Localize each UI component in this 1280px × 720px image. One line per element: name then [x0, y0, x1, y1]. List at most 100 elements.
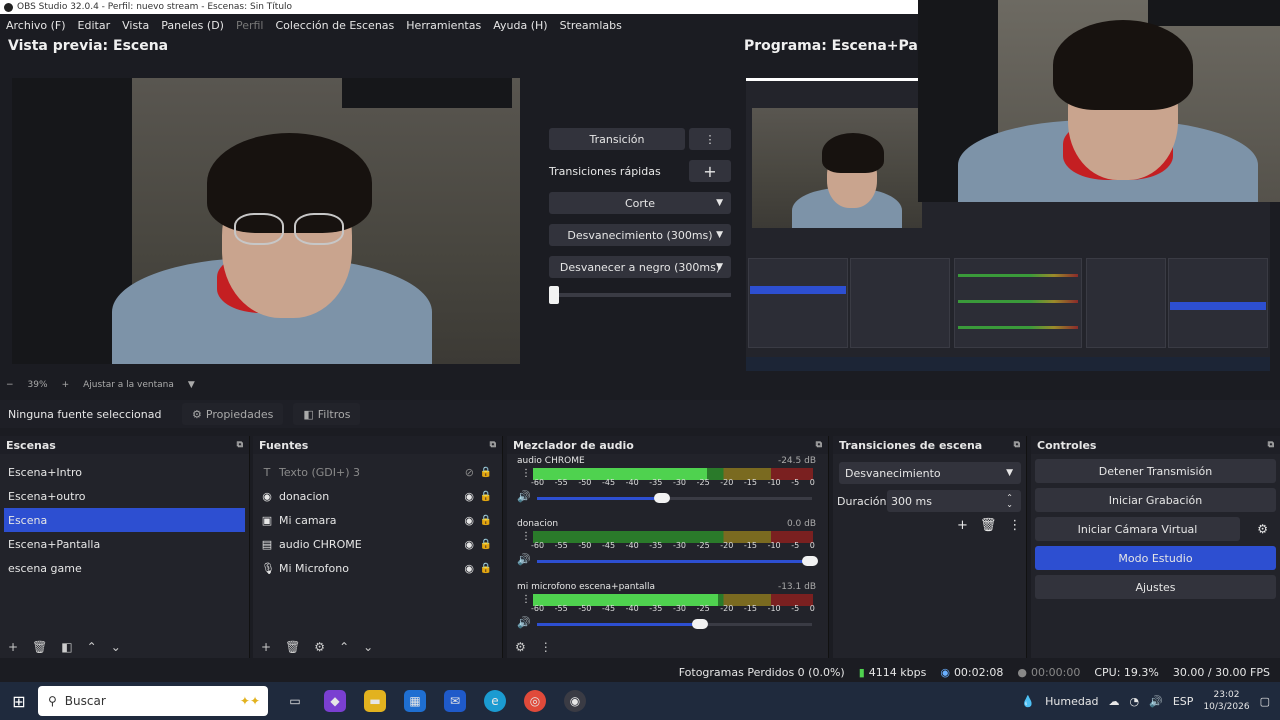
add-scene-icon[interactable]: + — [8, 640, 18, 654]
add-quick-transition-button[interactable]: + — [689, 160, 731, 182]
properties-button[interactable]: ⚙ Propiedades — [182, 403, 284, 425]
speaker-icon[interactable]: 🔊 — [517, 616, 531, 629]
weather-label[interactable]: Humedad — [1045, 695, 1098, 708]
kebab-menu-icon[interactable]: ⋮ — [540, 640, 552, 654]
eye-icon[interactable]: ◉ — [464, 562, 474, 575]
transition-menu-button[interactable]: ⋮ — [689, 128, 731, 150]
eye-hidden-icon[interactable]: ⊘ — [465, 466, 474, 479]
chrome-icon[interactable]: ◎ — [524, 690, 546, 712]
trash-icon[interactable]: 🗑 — [285, 640, 300, 654]
lang-label[interactable]: ESP — [1173, 695, 1194, 708]
task-view-icon[interactable]: ▭ — [284, 690, 306, 712]
clock[interactable]: 23:02 10/3/2026 — [1203, 689, 1249, 713]
menu-archivo[interactable]: Archivo (F) — [6, 19, 66, 32]
kebab-menu-icon[interactable]: ⋮ — [1008, 518, 1021, 533]
store-icon[interactable]: ▦ — [404, 690, 426, 712]
tbar-handle[interactable] — [549, 286, 559, 304]
volume-slider[interactable] — [537, 560, 812, 563]
tbar-track[interactable] — [549, 293, 731, 297]
windows-start-icon[interactable]: ⊞ — [0, 692, 38, 711]
menu-perfil[interactable]: Perfil — [236, 19, 264, 32]
volume-slider[interactable] — [537, 623, 812, 626]
lock-icon[interactable]: 🔒 — [480, 539, 492, 550]
obs-icon[interactable]: ◉ — [564, 690, 586, 712]
menu-streamlabs[interactable]: Streamlabs — [560, 19, 622, 32]
start-virtual-camera-button[interactable]: Iniciar Cámara Virtual ⚙ — [1035, 517, 1268, 541]
source-item[interactable]: ▤ audio CHROME ◉ 🔒 — [253, 532, 502, 556]
lock-icon[interactable]: 🔒 — [480, 467, 492, 478]
move-down-icon[interactable]: ⌄ — [111, 640, 121, 654]
start-recording-button[interactable]: Iniciar Grabación — [1035, 488, 1276, 512]
gear-icon[interactable]: ⚙ — [314, 640, 325, 654]
kebab-menu-icon[interactable]: ⋮ — [521, 469, 531, 479]
outlook-icon[interactable]: ✉ — [444, 690, 466, 712]
move-down-icon[interactable]: ⌄ — [363, 640, 373, 654]
kebab-menu-icon[interactable]: ⋮ — [521, 595, 531, 605]
volume-slider-handle[interactable] — [692, 619, 708, 629]
menu-paneles[interactable]: Paneles (D) — [161, 19, 224, 32]
cloud-icon[interactable]: ☁ — [1109, 695, 1120, 708]
lock-icon[interactable]: 🔒 — [480, 491, 492, 502]
duration-field[interactable]: 300 ms ⌃ ⌄ — [887, 490, 1021, 512]
kebab-menu-icon[interactable]: ⋮ — [521, 532, 531, 542]
quick-transition-corte[interactable]: Corte ▼ — [549, 192, 731, 214]
stop-streaming-button[interactable]: Detener Transmisión — [1035, 459, 1276, 483]
move-up-icon[interactable]: ⌃ — [87, 640, 97, 654]
spinner-icon[interactable]: ⌃ ⌄ — [1006, 494, 1013, 509]
add-transition-icon[interactable]: + — [957, 518, 968, 533]
lock-icon[interactable]: 🔒 — [480, 515, 492, 526]
trash-icon[interactable]: 🗑 — [980, 518, 997, 533]
scene-item-selected[interactable]: Escena — [4, 508, 245, 532]
trash-icon[interactable]: 🗑 — [32, 640, 47, 654]
taskbar-search[interactable]: ⚲ Buscar ✦✦ — [38, 686, 268, 716]
notifications-icon[interactable]: ▢ — [1260, 695, 1270, 708]
zoom-out-button[interactable]: − — [6, 380, 14, 390]
menu-coleccion-escenas[interactable]: Colección de Escenas — [276, 19, 395, 32]
source-item[interactable]: ◉ donacion ◉ 🔒 — [253, 484, 502, 508]
volume-slider-handle[interactable] — [802, 556, 818, 566]
volume-slider[interactable] — [537, 497, 812, 500]
edge-icon[interactable]: e — [484, 690, 506, 712]
source-item[interactable]: 🎙 Mi Microfono ◉ 🔒 — [253, 556, 502, 580]
undock-icon[interactable]: ⧉ — [816, 440, 822, 450]
studio-mode-button[interactable]: Modo Estudio — [1035, 546, 1276, 570]
eye-icon[interactable]: ◉ — [464, 490, 474, 503]
transition-select[interactable]: Desvanecimiento ▼ — [839, 462, 1021, 484]
file-explorer-icon[interactable]: ▬ — [364, 690, 386, 712]
move-up-icon[interactable]: ⌃ — [339, 640, 349, 654]
chevron-down-icon[interactable]: ▼ — [188, 380, 195, 390]
source-item[interactable]: T Texto (GDI+) 3 ⊘ 🔒 — [253, 460, 502, 484]
scene-filters-icon[interactable]: ◧ — [61, 640, 72, 654]
mixer-settings-icon[interactable]: ⚙ — [515, 640, 526, 654]
settings-button[interactable]: Ajustes — [1035, 575, 1276, 599]
preview-canvas[interactable] — [12, 78, 520, 364]
volume-icon[interactable]: 🔊 — [1149, 695, 1163, 708]
wifi-icon[interactable]: ◔ — [1130, 695, 1140, 708]
scene-item[interactable]: escena game — [0, 556, 249, 580]
zoom-in-button[interactable]: + — [62, 380, 70, 390]
quick-transition-fade[interactable]: Desvanecimiento (300ms) ▼ — [549, 224, 731, 246]
quick-transition-fade-black[interactable]: Desvanecer a negro (300ms) ▼ — [549, 256, 731, 278]
scene-item[interactable]: Escena+outro — [0, 484, 249, 508]
menu-herramientas[interactable]: Herramientas — [406, 19, 481, 32]
copilot-icon[interactable]: ◆ — [324, 690, 346, 712]
undock-icon[interactable]: ⧉ — [237, 440, 243, 450]
speaker-icon[interactable]: 🔊 — [517, 553, 531, 566]
scene-item[interactable]: Escena+Pantalla — [0, 532, 249, 556]
eye-icon[interactable]: ◉ — [464, 514, 474, 527]
scene-item[interactable]: Escena+Intro — [0, 460, 249, 484]
source-item[interactable]: ▣ Mi camara ◉ 🔒 — [253, 508, 502, 532]
undock-icon[interactable]: ⧉ — [490, 440, 496, 450]
menu-editar[interactable]: Editar — [78, 19, 111, 32]
undock-icon[interactable]: ⧉ — [1268, 440, 1274, 450]
speaker-icon[interactable]: 🔊 — [517, 490, 531, 503]
filters-button[interactable]: ◧ Filtros — [293, 403, 361, 425]
fit-window-label[interactable]: Ajustar a la ventana — [83, 380, 174, 390]
add-source-icon[interactable]: + — [261, 640, 271, 654]
volume-slider-handle[interactable] — [653, 493, 670, 503]
menu-ayuda[interactable]: Ayuda (H) — [493, 19, 547, 32]
menu-vista[interactable]: Vista — [122, 19, 149, 32]
undock-icon[interactable]: ⧉ — [1014, 440, 1020, 450]
transition-button[interactable]: Transición — [549, 128, 685, 150]
gear-icon[interactable]: ⚙ — [1257, 522, 1268, 536]
